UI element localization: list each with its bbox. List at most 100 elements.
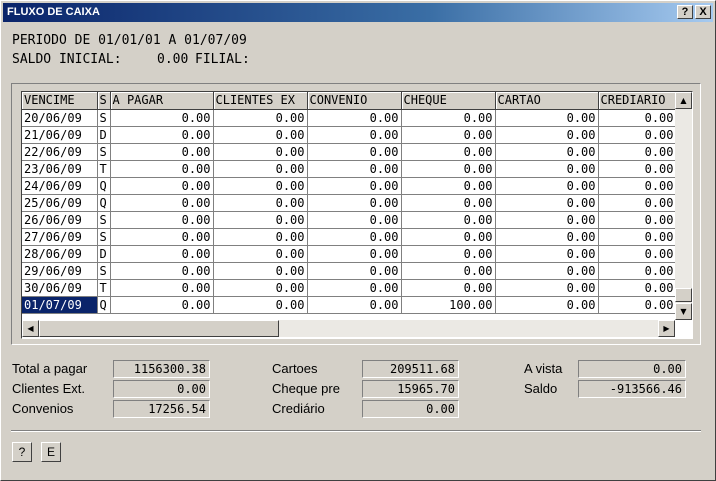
vertical-scroll-thumb[interactable] — [675, 288, 692, 302]
table-row[interactable]: 29/06/09 S 0.00 0.00 0.00 0.00 0.00 0.00 — [22, 262, 677, 280]
table-cell[interactable]: 0.00 — [307, 109, 402, 127]
table-cell[interactable]: S — [97, 143, 111, 161]
table-cell[interactable]: 0.00 — [110, 228, 214, 246]
table-cell[interactable]: 0.00 — [598, 177, 677, 195]
column-header[interactable]: S — [97, 92, 111, 110]
table-cell[interactable]: T — [97, 160, 111, 178]
table-cell[interactable]: 0.00 — [110, 296, 214, 314]
table-cell[interactable]: 0.00 — [213, 143, 308, 161]
column-header[interactable]: CONVENIO — [307, 92, 402, 110]
table-cell[interactable]: 0.00 — [401, 228, 496, 246]
table-cell[interactable]: 0.00 — [401, 262, 496, 280]
table-cell[interactable]: 0.00 — [598, 126, 677, 144]
table-cell[interactable]: 0.00 — [495, 279, 599, 297]
close-button[interactable]: X — [695, 5, 711, 19]
table-cell[interactable]: T — [97, 279, 111, 297]
table-cell[interactable]: 0.00 — [110, 143, 214, 161]
table-cell[interactable]: 0.00 — [495, 143, 599, 161]
table-row[interactable]: 28/06/09 D 0.00 0.00 0.00 0.00 0.00 0.00 — [22, 245, 677, 263]
table-cell[interactable]: 24/06/09 — [22, 177, 98, 195]
table-cell[interactable]: 0.00 — [598, 109, 677, 127]
table-cell[interactable]: 0.00 — [307, 262, 402, 280]
table-cell[interactable]: D — [97, 245, 111, 263]
table-cell[interactable]: 0.00 — [213, 279, 308, 297]
scroll-right-arrow-icon[interactable]: ▶ — [658, 320, 675, 337]
table-cell[interactable]: 0.00 — [401, 177, 496, 195]
table-cell[interactable]: 100.00 — [401, 296, 496, 314]
table-cell[interactable]: 0.00 — [401, 143, 496, 161]
cash-flow-grid[interactable]: VENCIME S A PAGAR CLIENTES EX CONVENIO CHEQUE… — [21, 91, 693, 339]
table-cell[interactable]: Q — [97, 194, 111, 212]
table-cell[interactable]: 0.00 — [213, 262, 308, 280]
horizontal-scrollbar[interactable]: ◀ ▶ — [22, 320, 675, 337]
table-cell[interactable]: S — [97, 109, 111, 127]
table-cell[interactable]: 0.00 — [110, 109, 214, 127]
table-cell[interactable]: S — [97, 211, 111, 229]
table-cell[interactable]: 0.00 — [307, 194, 402, 212]
table-cell[interactable]: 27/06/09 — [22, 228, 98, 246]
table-cell[interactable]: 0.00 — [401, 245, 496, 263]
table-row[interactable]: 01/07/09 Q 0.00 0.00 0.00 100.00 0.00 0.00 — [22, 296, 677, 314]
scroll-left-arrow-icon[interactable]: ◀ — [22, 320, 39, 337]
grid-table[interactable]: VENCIME S A PAGAR CLIENTES EX CONVENIO CHEQUE… — [22, 92, 677, 314]
table-cell[interactable]: 0.00 — [110, 160, 214, 178]
column-header[interactable]: CREDIARIO — [598, 92, 677, 110]
table-cell[interactable]: 0.00 — [307, 245, 402, 263]
table-cell[interactable]: 0.00 — [213, 126, 308, 144]
table-cell[interactable]: 0.00 — [495, 109, 599, 127]
table-cell[interactable]: 0.00 — [307, 296, 402, 314]
table-row[interactable]: 30/06/09 T 0.00 0.00 0.00 0.00 0.00 0.00 — [22, 279, 677, 297]
table-cell[interactable]: 0.00 — [213, 211, 308, 229]
table-cell[interactable]: 01/07/09 — [22, 296, 98, 314]
vertical-scrollbar[interactable]: ▲ ▼ — [675, 92, 692, 320]
table-cell[interactable]: 0.00 — [401, 126, 496, 144]
horizontal-scroll-thumb[interactable] — [39, 320, 279, 337]
column-header[interactable]: VENCIME — [22, 92, 98, 110]
help-title-button[interactable]: ? — [677, 5, 693, 19]
table-cell[interactable]: D — [97, 126, 111, 144]
table-row[interactable]: 24/06/09 Q 0.00 0.00 0.00 0.00 0.00 0.00 — [22, 177, 677, 195]
table-cell[interactable]: 0.00 — [598, 160, 677, 178]
table-row[interactable]: 27/06/09 S 0.00 0.00 0.00 0.00 0.00 0.00 — [22, 228, 677, 246]
table-row[interactable]: 22/06/09 S 0.00 0.00 0.00 0.00 0.00 0.00 — [22, 143, 677, 161]
table-cell[interactable]: 0.00 — [110, 211, 214, 229]
table-cell[interactable]: 0.00 — [110, 262, 214, 280]
table-cell[interactable]: 0.00 — [401, 211, 496, 229]
table-cell[interactable]: 30/06/09 — [22, 279, 98, 297]
table-cell[interactable]: 20/06/09 — [22, 109, 98, 127]
table-cell[interactable]: 0.00 — [598, 143, 677, 161]
table-cell[interactable]: 0.00 — [598, 211, 677, 229]
table-cell[interactable]: 0.00 — [598, 296, 677, 314]
table-row[interactable]: 20/06/09 S 0.00 0.00 0.00 0.00 0.00 0.00 — [22, 109, 677, 127]
table-cell[interactable]: 0.00 — [495, 245, 599, 263]
table-cell[interactable]: 0.00 — [495, 228, 599, 246]
column-header[interactable]: CHEQUE — [401, 92, 496, 110]
table-cell[interactable]: 0.00 — [401, 279, 496, 297]
table-cell[interactable]: 21/06/09 — [22, 126, 98, 144]
table-cell[interactable]: 0.00 — [598, 279, 677, 297]
table-cell[interactable]: 0.00 — [307, 279, 402, 297]
table-cell[interactable]: 0.00 — [110, 279, 214, 297]
table-cell[interactable]: S — [97, 228, 111, 246]
table-row[interactable]: 25/06/09 Q 0.00 0.00 0.00 0.00 0.00 0.00 — [22, 194, 677, 212]
table-cell[interactable]: 0.00 — [495, 126, 599, 144]
table-cell[interactable]: 22/06/09 — [22, 143, 98, 161]
table-cell[interactable]: 0.00 — [213, 177, 308, 195]
table-cell[interactable]: 29/06/09 — [22, 262, 98, 280]
table-row[interactable]: 21/06/09 D 0.00 0.00 0.00 0.00 0.00 0.00 — [22, 126, 677, 144]
table-cell[interactable]: 28/06/09 — [22, 245, 98, 263]
table-row[interactable]: 26/06/09 S 0.00 0.00 0.00 0.00 0.00 0.00 — [22, 211, 677, 229]
table-cell[interactable]: 0.00 — [213, 194, 308, 212]
table-cell[interactable]: 0.00 — [307, 143, 402, 161]
table-cell[interactable]: 0.00 — [213, 109, 308, 127]
table-cell[interactable]: 0.00 — [307, 211, 402, 229]
table-cell[interactable]: 0.00 — [307, 228, 402, 246]
table-cell[interactable]: 0.00 — [495, 262, 599, 280]
column-header[interactable]: CARTAO — [495, 92, 599, 110]
scroll-up-arrow-icon[interactable]: ▲ — [675, 92, 692, 109]
column-header[interactable]: A PAGAR — [110, 92, 214, 110]
table-cell[interactable]: 0.00 — [598, 262, 677, 280]
table-cell[interactable]: 0.00 — [110, 126, 214, 144]
table-cell[interactable]: 0.00 — [401, 160, 496, 178]
table-cell[interactable]: 0.00 — [598, 228, 677, 246]
